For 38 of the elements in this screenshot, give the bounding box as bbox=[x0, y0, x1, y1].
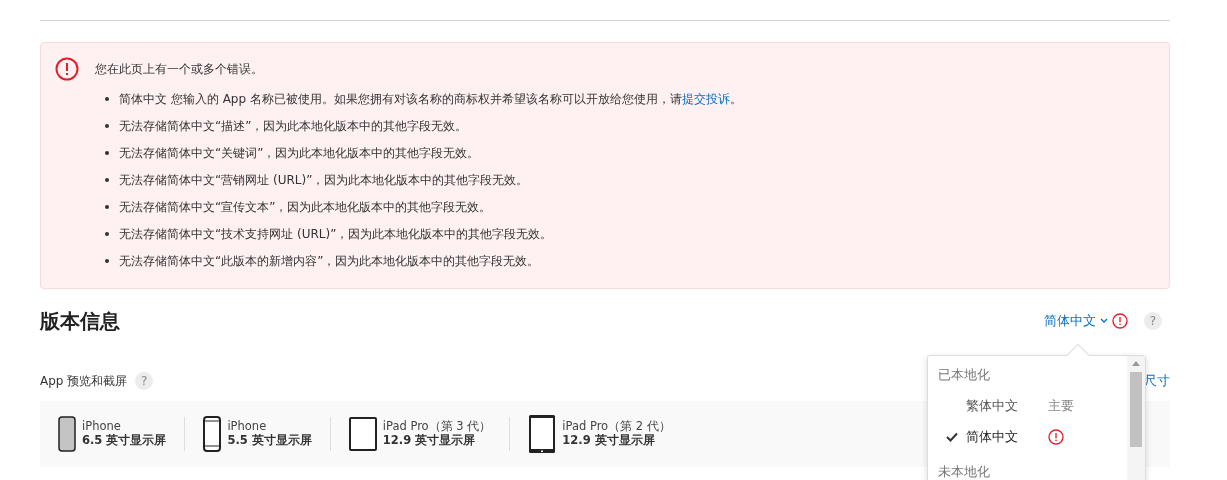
phone-icon bbox=[58, 415, 76, 452]
checkmark-icon bbox=[946, 432, 958, 442]
bullet-icon bbox=[105, 150, 109, 155]
error-message: 无法存储简体中文“描述”，因为此本地化版本中的其他字段无效。 bbox=[119, 117, 468, 135]
bullet-icon bbox=[105, 177, 109, 182]
error-message: 简体中文 您输入的 App 名称已被使用。如果您拥有对该名称的商标权并希望该名称可以开放给您使用，请提交投诉。 bbox=[119, 90, 742, 108]
menu-group-label: 未本地化 bbox=[937, 462, 991, 480]
tablet-icon bbox=[348, 416, 377, 451]
section-title: 版本信息 bbox=[40, 309, 120, 333]
error-icon bbox=[1048, 429, 1064, 445]
complaint-link[interactable]: 提交投诉 bbox=[681, 91, 730, 106]
sizes-link[interactable]: 尺寸 bbox=[1144, 371, 1170, 391]
error-message: 无法存储简体中文“关键词”，因为此本地化版本中的其他字段无效。 bbox=[119, 144, 480, 162]
bullet-icon bbox=[105, 204, 109, 209]
error-message: 无法存储简体中文“技术支持网址 (URL)”，因为此本地化版本中的其他字段无效。 bbox=[119, 225, 553, 243]
error-message: 无法存储简体中文“宣传文本”，因为此本地化版本中的其他字段无效。 bbox=[119, 198, 492, 216]
chevron-icon bbox=[1100, 318, 1108, 324]
phone-icon bbox=[203, 415, 222, 452]
menu-item[interactable]: 简体中文 bbox=[928, 421, 1127, 453]
scrollbar[interactable] bbox=[1127, 356, 1145, 480]
bullet-icon bbox=[105, 231, 109, 236]
device-tab[interactable]: iPhone 6.5 英寸显示屏 bbox=[58, 416, 186, 451]
error-icon bbox=[55, 57, 79, 81]
device-tab[interactable]: iPhone 5.5 英寸显示屏 bbox=[185, 416, 331, 451]
device-tab[interactable]: iPad Pro（第 3 代） 12.9 英寸显示屏 bbox=[330, 416, 511, 451]
menu-group-label: 已本地化 bbox=[937, 366, 991, 384]
section-label: App 预览和截屏 bbox=[40, 372, 128, 390]
error-message: 无法存储简体中文“营销网址 (URL)”，因为此本地化版本中的其他字段无效。 bbox=[119, 171, 529, 189]
error-heading: 您在此页上有一个或多个错误。 bbox=[95, 61, 263, 78]
bullet-icon bbox=[105, 258, 109, 263]
error-message: 无法存储简体中文“此版本的新增内容”，因为此本地化版本中的其他字段无效。 bbox=[119, 252, 540, 270]
menu-item[interactable]: 繁体中文 主要 bbox=[928, 390, 1127, 422]
tablet-icon bbox=[528, 413, 557, 454]
bullet-icon bbox=[105, 123, 109, 128]
device-tab[interactable]: iPad Pro（第 2 代） 12.9 英寸显示屏 bbox=[510, 416, 689, 451]
language-selector[interactable]: 简体中文 bbox=[1044, 311, 1128, 331]
bullet-icon bbox=[105, 96, 109, 101]
scroll-up-icon[interactable] bbox=[1132, 361, 1140, 366]
